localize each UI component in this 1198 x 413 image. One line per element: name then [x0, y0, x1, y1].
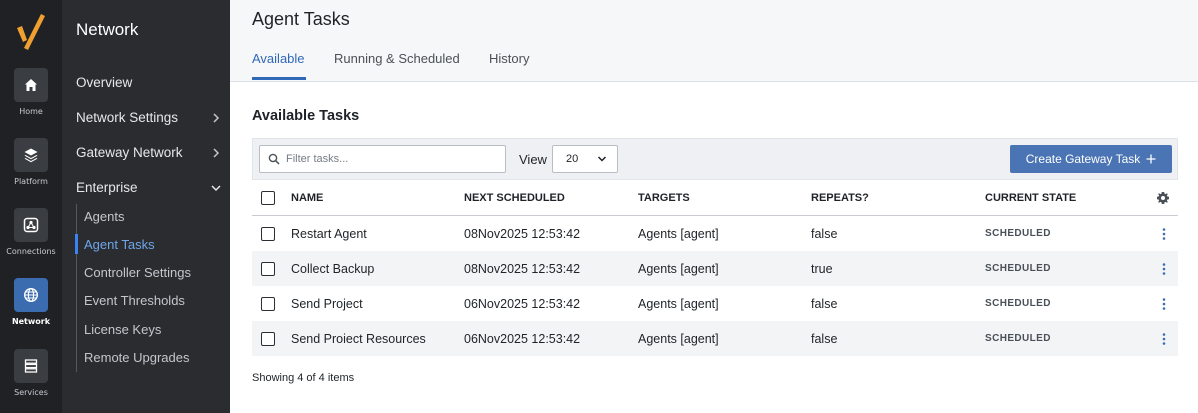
section-title: Available Tasks — [252, 108, 360, 124]
logo-icon — [17, 14, 45, 50]
gear-icon[interactable] — [1156, 191, 1170, 205]
sidebar-item-network-settings[interactable]: Network Settings — [76, 110, 222, 125]
sidebar-title: Network — [76, 20, 139, 39]
sidebar-item-enterprise[interactable]: Enterprise — [76, 180, 222, 195]
rail-item-services[interactable]: Services — [0, 349, 62, 397]
pagination-summary: Showing 4 of 4 items — [252, 372, 355, 384]
task-name: Send Proiect Resources — [291, 331, 426, 346]
rail-label: Connections — [6, 247, 56, 256]
filter-input[interactable] — [286, 153, 496, 165]
sidebar-subitem-agents[interactable]: Agents — [84, 209, 124, 224]
page-title: Agent Tasks — [252, 9, 350, 29]
sidebar-item-label: Enterprise — [76, 180, 138, 195]
rail-item-connections[interactable]: Connections — [0, 208, 62, 256]
sidebar-item-label: Gateway Network — [76, 145, 183, 160]
sidebar-item-overview[interactable]: Overview — [76, 75, 222, 90]
rail-label: Home — [19, 107, 43, 116]
row-checkbox[interactable] — [261, 261, 275, 276]
kebab-menu-icon[interactable] — [1158, 297, 1170, 311]
rail-label: Services — [14, 388, 48, 397]
task-targets: Agents [agent] — [638, 261, 719, 276]
page-size-select[interactable]: 20 — [552, 145, 618, 173]
row-checkbox[interactable] — [261, 331, 275, 346]
task-name: Send Project — [291, 296, 363, 311]
task-repeats: false — [811, 226, 838, 241]
task-next-scheduled: 06Nov2025 12:53:42 — [464, 331, 581, 346]
table-row[interactable]: Collect Backup 08Nov2025 12:53:42 Agents… — [252, 251, 1178, 286]
kebab-menu-icon[interactable] — [1158, 332, 1170, 346]
sidebar: Network Overview Network Settings Gatewa… — [62, 0, 230, 413]
filter-field[interactable] — [259, 145, 506, 173]
task-name: Collect Backup — [291, 261, 375, 276]
chevron-down-icon — [211, 184, 221, 191]
tasks-table: NAME NEXT SCHEDULED TARGETS REPEATS? CUR… — [252, 180, 1178, 356]
task-repeats: false — [811, 296, 838, 311]
active-tab-indicator — [252, 77, 306, 80]
rail-item-platform[interactable]: Platform — [0, 138, 62, 186]
row-checkbox[interactable] — [261, 296, 275, 311]
task-targets: Agents [agent] — [638, 331, 719, 346]
column-header-targets[interactable]: TARGETS — [638, 192, 690, 204]
home-icon — [25, 79, 37, 91]
column-header-repeats[interactable]: REPEATS? — [811, 192, 869, 204]
table-toolbar: View 20 Create Gateway Task — [252, 138, 1178, 180]
task-targets: Agents [agent] — [638, 226, 719, 241]
subnav-active-indicator — [75, 234, 78, 254]
chevron-right-icon — [213, 147, 220, 158]
sidebar-subitem-agent-tasks[interactable]: Agent Tasks — [84, 237, 155, 252]
row-checkbox[interactable] — [261, 226, 275, 241]
table-row[interactable]: Restart Agent 08Nov2025 12:53:42 Agents … — [252, 216, 1178, 251]
task-state: SCHEDULED — [985, 298, 1051, 309]
task-state: SCHEDULED — [985, 263, 1051, 274]
sidebar-item-label: Network Settings — [76, 110, 179, 125]
kebab-menu-icon[interactable] — [1158, 227, 1170, 241]
rail-item-network[interactable]: Network — [0, 278, 62, 326]
globe-icon — [23, 287, 39, 303]
kebab-menu-icon[interactable] — [1158, 262, 1170, 276]
subnav-guide-line — [76, 204, 77, 372]
search-icon — [268, 153, 280, 165]
sidebar-subitem-remote-upgrades[interactable]: Remote Upgrades — [84, 350, 190, 365]
create-gateway-task-button[interactable]: Create Gateway Task — [1010, 145, 1172, 173]
tab-running-scheduled[interactable]: Running & Scheduled — [334, 51, 460, 66]
column-header-next-scheduled[interactable]: NEXT SCHEDULED — [464, 192, 565, 204]
column-header-current-state[interactable]: CURRENT STATE — [985, 192, 1076, 204]
sidebar-subitem-license-keys[interactable]: License Keys — [84, 322, 161, 337]
icon-rail: Home Platform Connections Network Servic… — [0, 0, 62, 413]
server-icon — [24, 359, 38, 373]
layers-icon — [24, 148, 38, 163]
sidebar-subitem-controller-settings[interactable]: Controller Settings — [84, 265, 191, 280]
task-next-scheduled: 08Nov2025 12:53:42 — [464, 226, 581, 241]
table-header-row: NAME NEXT SCHEDULED TARGETS REPEATS? CUR… — [252, 180, 1178, 216]
rail-item-home[interactable]: Home — [0, 68, 62, 116]
connections-icon — [23, 217, 39, 233]
chevron-down-icon — [597, 156, 607, 162]
page-header: Agent Tasks Available Running & Schedule… — [230, 0, 1198, 82]
rail-label: Platform — [14, 177, 48, 186]
task-repeats: true — [811, 261, 833, 276]
task-state: SCHEDULED — [985, 333, 1051, 344]
tab-available[interactable]: Available — [252, 51, 305, 66]
sidebar-item-gateway-network[interactable]: Gateway Network — [76, 145, 222, 160]
task-name: Restart Agent — [291, 226, 367, 241]
sidebar-item-label: Overview — [76, 75, 133, 90]
chevron-right-icon — [213, 112, 220, 123]
rail-label: Network — [11, 317, 51, 326]
select-all-checkbox[interactable] — [261, 190, 275, 205]
table-row[interactable]: Send Proiect Resources 06Nov2025 12:53:4… — [252, 321, 1178, 356]
task-targets: Agents [agent] — [638, 296, 719, 311]
column-header-name[interactable]: NAME — [291, 192, 323, 204]
task-repeats: false — [811, 331, 838, 346]
sidebar-subitem-event-thresholds[interactable]: Event Thresholds — [84, 293, 185, 308]
table-row[interactable]: Send Project 06Nov2025 12:53:42 Agents [… — [252, 286, 1178, 321]
page-size-value: 20 — [566, 153, 579, 165]
task-next-scheduled: 06Nov2025 12:53:42 — [464, 296, 581, 311]
plus-icon — [1146, 154, 1156, 164]
create-button-label: Create Gateway Task — [1025, 152, 1141, 166]
tab-history[interactable]: History — [489, 51, 529, 66]
task-state: SCHEDULED — [985, 228, 1051, 239]
task-next-scheduled: 08Nov2025 12:53:42 — [464, 261, 581, 276]
view-label: View — [519, 152, 547, 167]
